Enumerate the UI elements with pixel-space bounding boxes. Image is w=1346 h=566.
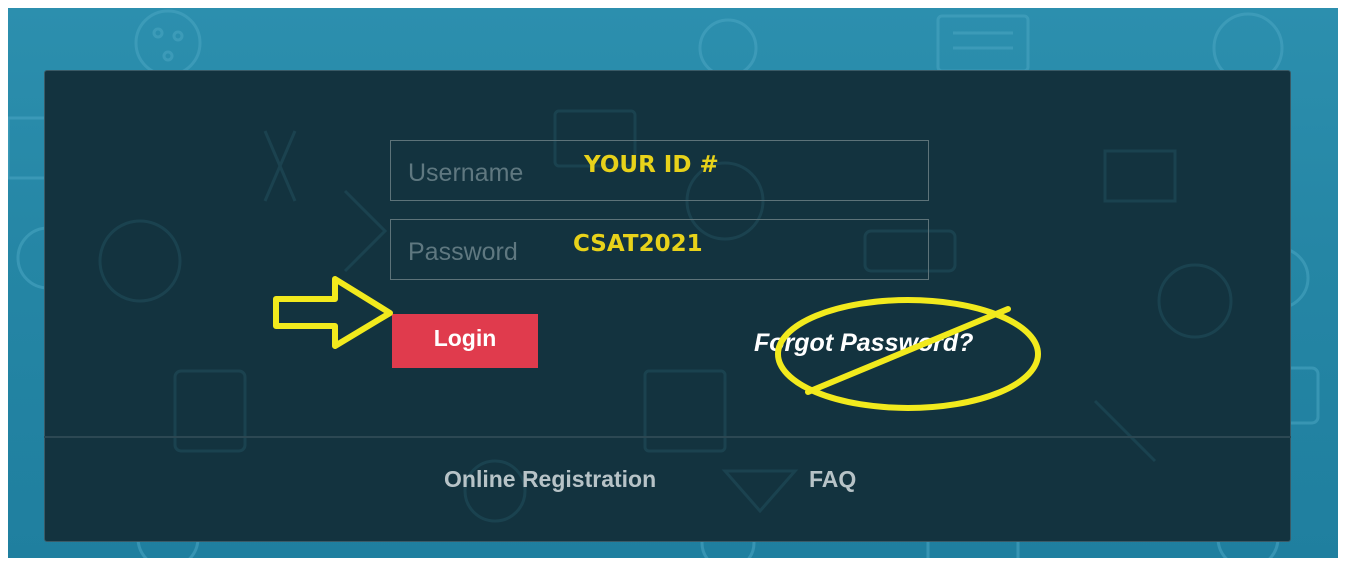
- annotation-overlay: [273, 276, 1041, 411]
- prohibited-icon: [775, 297, 1041, 411]
- arrow-right-icon: [273, 276, 393, 349]
